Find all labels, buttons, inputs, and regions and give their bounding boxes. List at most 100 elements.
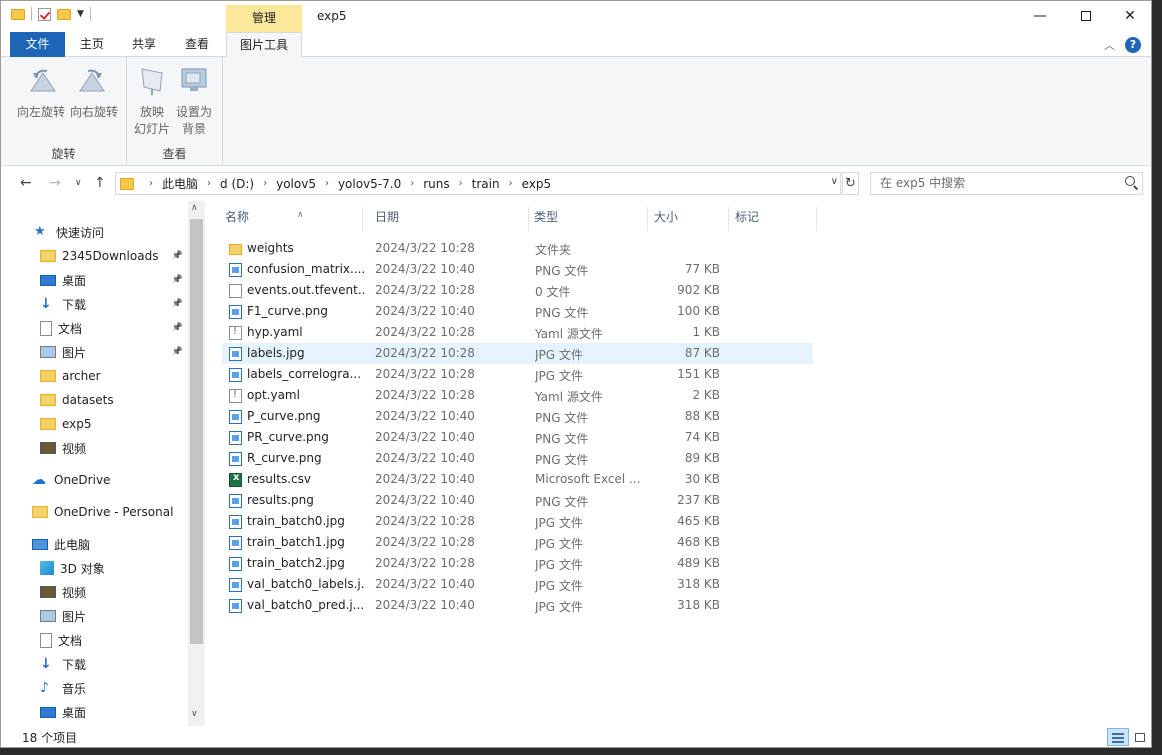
scroll-down-icon[interactable]: ∨ (191, 709, 198, 719)
scrollbar-thumb[interactable] (190, 219, 203, 644)
close-button[interactable]: ✕ (1107, 1, 1151, 31)
sidebar-item[interactable]: ★ 快速访问 (34, 220, 187, 244)
rotate-left-button[interactable]: 向左旋转 (15, 65, 67, 121)
breadcrumb-separator-icon[interactable]: › (509, 178, 513, 189)
maximize-button[interactable] (1063, 1, 1109, 31)
sidebar-item-label: OneDrive (54, 473, 111, 487)
breadcrumb-separator-icon[interactable]: › (149, 178, 153, 189)
help-icon[interactable]: ? (1125, 37, 1141, 53)
sidebar-item[interactable]: ↓ 下载 (40, 652, 187, 676)
sidebar-item[interactable]: ↓ 下载 📌 (40, 292, 187, 316)
file-row[interactable]: labels_correlogra... 2024/3/22 10:28 JPG 文… (222, 364, 813, 385)
file-row[interactable]: opt.yaml 2024/3/22 10:28 Yaml 源文件 2 KB (222, 385, 813, 406)
sidebar-item[interactable]: 3D 对象 (40, 556, 187, 580)
sidebar-item[interactable]: 桌面 (40, 700, 187, 724)
file-row[interactable]: P_curve.png 2024/3/22 10:40 PNG 文件 88 KB (222, 406, 813, 427)
file-row[interactable]: weights 2024/3/22 10:28 文件夹 (222, 238, 813, 259)
set-background-button[interactable]: 设置为 背景 (174, 65, 214, 138)
search-icon[interactable] (1125, 176, 1135, 186)
file-type: JPG 文件 (535, 579, 583, 593)
rotate-right-button[interactable]: 向右旋转 (67, 65, 121, 121)
file-row[interactable]: results.png 2024/3/22 10:40 PNG 文件 237 KB (222, 490, 813, 511)
breadcrumb-item[interactable]: train (472, 177, 500, 191)
tab-file[interactable]: 文件 (10, 32, 65, 57)
breadcrumb-item[interactable]: yolov5-7.0 (338, 177, 401, 191)
back-button[interactable]: ← (20, 175, 32, 191)
file-row[interactable]: confusion_matrix.... 2024/3/22 10:40 PNG 文… (222, 259, 813, 280)
file-row[interactable]: labels.jpg 2024/3/22 10:28 JPG 文件 87 KB (222, 343, 813, 364)
pin-icon: 📌 (171, 323, 183, 333)
sidebar-item[interactable]: ☁ OneDrive (32, 468, 187, 492)
sidebar-item[interactable]: ♪ 音乐 (40, 676, 187, 700)
sidebar-item[interactable]: datasets (40, 388, 187, 412)
new-folder-icon[interactable] (57, 8, 71, 20)
sidebar-item[interactable]: 此电脑 (32, 532, 187, 556)
column-header-tags[interactable]: 标记 (723, 209, 813, 233)
tab-picture-tools[interactable]: 图片工具 (226, 32, 302, 58)
address-bar[interactable]: › 此电脑 › d (D:) › yolov5 › yolov5-7.0 › runs › train… (115, 172, 841, 195)
search-input[interactable]: 在 exp5 中搜索 (870, 172, 1143, 195)
breadcrumb-separator-icon[interactable]: › (410, 178, 414, 189)
file-row[interactable]: hyp.yaml 2024/3/22 10:28 Yaml 源文件 1 KB (222, 322, 813, 343)
column-header-name[interactable]: ∧ 名称 (213, 209, 361, 233)
large-icons-view-button[interactable] (1129, 728, 1151, 746)
recent-locations-button[interactable]: ∨ (75, 178, 82, 188)
sidebar-item[interactable]: 文档 (40, 628, 187, 652)
file-row[interactable]: F1_curve.png 2024/3/22 10:40 PNG 文件 100 KB (222, 301, 813, 322)
file-row[interactable]: PR_curve.png 2024/3/22 10:40 PNG 文件 74 KB (222, 427, 813, 448)
breadcrumb-separator-icon[interactable]: › (459, 178, 463, 189)
file-row[interactable]: train_batch2.jpg 2024/3/22 10:28 JPG 文件 489… (222, 553, 813, 574)
details-view-button[interactable] (1107, 728, 1129, 746)
breadcrumb-separator-icon[interactable]: › (325, 178, 329, 189)
sidebar-item[interactable]: 图片 📌 (40, 340, 187, 364)
sidebar-item[interactable]: 视频 (40, 436, 187, 460)
image-file-icon (229, 515, 242, 529)
minimize-button[interactable]: — (1017, 1, 1063, 31)
file-row[interactable]: R_curve.png 2024/3/22 10:40 PNG 文件 89 KB (222, 448, 813, 469)
desktop-icon (40, 706, 56, 718)
forward-button[interactable]: → (49, 175, 61, 191)
breadcrumb-item[interactable]: yolov5 (276, 177, 316, 191)
tab-share[interactable]: 共享 (121, 32, 167, 57)
sidebar-item[interactable]: exp5 (40, 412, 187, 436)
up-button[interactable]: ↑ (94, 175, 106, 191)
tab-view[interactable]: 查看 (174, 32, 220, 57)
breadcrumb-item[interactable]: exp5 (522, 177, 552, 191)
scroll-up-icon[interactable]: ∧ (191, 203, 198, 213)
sidebar-item[interactable]: OneDrive - Personal (32, 500, 187, 524)
column-header-type[interactable]: 类型 (522, 209, 642, 233)
collapse-ribbon-chevron-icon[interactable]: ︿ (1104, 37, 1115, 53)
sidebar-item[interactable]: 文档 📌 (40, 316, 187, 340)
column-divider[interactable] (816, 207, 817, 231)
tab-home[interactable]: 主页 (69, 32, 115, 57)
set-background-icon (181, 68, 207, 91)
slideshow-button[interactable]: 放映 幻灯片 (132, 65, 172, 138)
column-header-date[interactable]: 日期 (363, 209, 523, 233)
up-arrow-icon: ↑ (94, 175, 106, 191)
properties-icon[interactable] (38, 7, 51, 21)
sidebar-item-label: 视频 (62, 441, 87, 456)
file-row[interactable]: train_batch0.jpg 2024/3/22 10:28 JPG 文件 465… (222, 511, 813, 532)
breadcrumb-item[interactable]: d (D:) (220, 177, 254, 191)
file-row[interactable]: val_batch0_pred.j... 2024/3/22 10:40 JPG 文… (222, 595, 813, 616)
breadcrumb-separator-icon[interactable]: › (207, 178, 211, 189)
manage-context-tab[interactable]: 管理 (226, 5, 302, 32)
sidebar-item[interactable]: 桌面 📌 (40, 268, 187, 292)
file-row[interactable]: events.out.tfevent... 2024/3/22 10:28 0 文件… (222, 280, 813, 301)
customize-qat-chevron-icon[interactable]: ▼ (77, 9, 84, 19)
sidebar-item[interactable]: archer (40, 364, 187, 388)
breadcrumb-item[interactable]: runs (423, 177, 449, 191)
refresh-button[interactable]: ↻ (842, 172, 859, 195)
breadcrumb-item[interactable]: 此电脑 (162, 175, 198, 192)
file-row[interactable]: train_batch1.jpg 2024/3/22 10:28 JPG 文件 468… (222, 532, 813, 553)
sidebar-item[interactable]: 图片 (40, 604, 187, 628)
file-row[interactable]: val_batch0_labels.j... 2024/3/22 10:40 JPG… (222, 574, 813, 595)
file-type: JPG 文件 (535, 600, 583, 614)
navigation-pane-scrollbar[interactable]: ∧ ∨ (188, 201, 205, 726)
address-dropdown-icon[interactable]: ∨ (831, 176, 838, 187)
sidebar-item[interactable]: 2345Downloads 📌 (40, 244, 187, 268)
column-header-size[interactable]: 大小 (642, 209, 722, 233)
file-row[interactable]: results.csv 2024/3/22 10:40 Microsoft Exce… (222, 469, 813, 490)
sidebar-item[interactable]: 视频 (40, 580, 187, 604)
breadcrumb-separator-icon[interactable]: › (263, 178, 267, 189)
